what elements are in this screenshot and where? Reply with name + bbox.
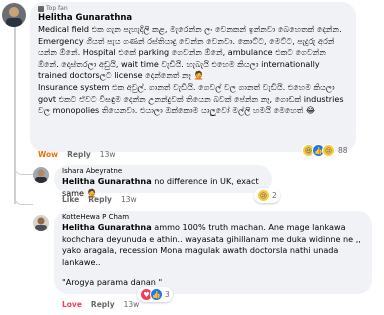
top-fan-badge: Top fan <box>38 5 348 12</box>
trophy-icon <box>38 5 44 12</box>
comment-text-paragraph: Insurance system එක අවුල්. ගානත් වැඩියි.… <box>38 81 347 116</box>
avatar[interactable] <box>33 167 49 183</box>
reply-author[interactable]: KotteHewa P Cham <box>62 213 364 222</box>
reply-button[interactable]: Reply <box>88 195 112 204</box>
reply-button[interactable]: Reply <box>67 150 91 159</box>
reply-button[interactable]: Reply <box>91 300 115 309</box>
reaction-count: 2 <box>272 191 277 200</box>
reply-actions: Like Reply 13w <box>62 195 137 204</box>
reply-bubble: Ishara Abeyratne Helitha Gunarathna no d… <box>54 165 272 198</box>
avatar[interactable] <box>33 215 49 231</box>
mention-link[interactable]: Helitha Gunarathna <box>62 176 152 186</box>
comment-author[interactable]: Helitha Gunarathna <box>38 12 348 24</box>
reply-bubble: KotteHewa P Cham Helitha Gunarathna ammo… <box>54 211 372 294</box>
love-button[interactable]: Love <box>62 300 82 309</box>
timestamp[interactable]: 13w <box>100 150 116 159</box>
avatar[interactable] <box>2 3 26 27</box>
sad-reaction-icon: 😢 <box>257 189 270 202</box>
timestamp[interactable]: 13w <box>121 195 137 204</box>
reply-actions: Love Reply 13w <box>62 300 139 309</box>
mention-link[interactable]: Helitha Gunarathna <box>62 222 152 232</box>
reaction-count: 88 <box>338 146 348 155</box>
thread-connector <box>14 160 33 175</box>
comment-actions: Wow Reply 13w <box>38 150 115 159</box>
like-reaction-icon: 👍 <box>150 288 163 301</box>
reply-quote: "Arogya parama danan " <box>62 277 163 288</box>
reaction-summary[interactable]: ♥ 👍 3 <box>137 287 173 302</box>
reaction-summary[interactable]: 😆 👍 😢 88 <box>302 144 348 157</box>
comment-text: Medical field එක ගැන පැහැදිලි කළ, මැරෙන්… <box>38 24 345 81</box>
badge-label: Top fan <box>46 5 68 12</box>
reply-author[interactable]: Ishara Abeyratne <box>62 167 264 176</box>
timestamp[interactable]: 13w <box>124 300 140 309</box>
thread-connector <box>14 190 33 205</box>
reaction-count: 3 <box>165 290 170 299</box>
sad-reaction-icon: 😢 <box>322 144 335 157</box>
thread-line <box>14 26 16 204</box>
wow-button[interactable]: Wow <box>38 150 58 159</box>
like-button[interactable]: Like <box>62 195 79 204</box>
comment-bubble: Top fan Helitha Gunarathna Medical field… <box>30 2 356 152</box>
reaction-summary[interactable]: 😢 2 <box>254 188 280 203</box>
